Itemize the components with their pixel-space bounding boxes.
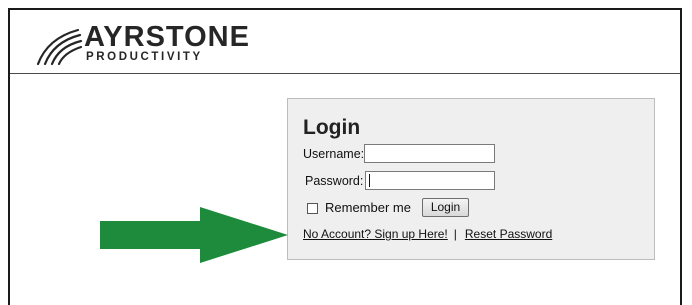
text-caret [369,174,370,187]
brand-tagline: PRODUCTIVITY [86,51,203,63]
brand-name: AYRSTONE [84,21,250,53]
green-arrow-icon [100,207,288,263]
login-links: No Account? Sign up Here! | Reset Password [303,227,552,241]
login-button[interactable]: Login [422,198,469,217]
reset-password-link[interactable]: Reset Password [465,227,552,241]
password-label: Password: [305,174,364,188]
password-input[interactable] [365,171,495,190]
username-input[interactable] [364,144,495,163]
username-label: Username: [303,147,365,161]
header-divider [10,73,680,74]
logo-swoosh-icon [36,28,83,66]
remember-me-checkbox[interactable] [307,203,318,214]
links-separator: | [453,227,457,241]
remember-me-label: Remember me [325,200,411,215]
signup-link[interactable]: No Account? Sign up Here! [303,227,448,241]
login-title: Login [303,116,361,139]
login-panel: Login Username: Password: Remember me Lo… [287,98,655,260]
brand-logo: AYRSTONE PRODUCTIVITY [34,22,264,66]
